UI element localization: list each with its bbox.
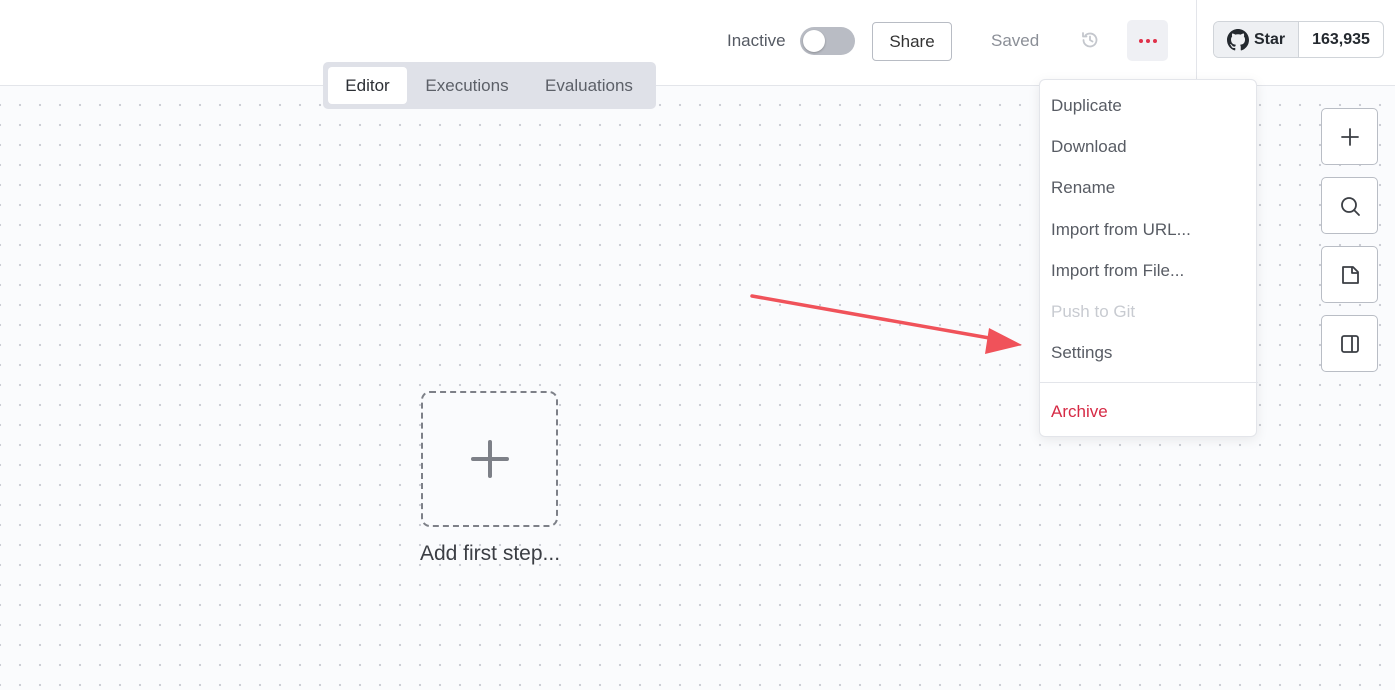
tab-executions[interactable]: Executions [407,67,527,104]
saved-status: Saved [991,31,1040,50]
view-tabs: Editor Executions Evaluations [323,62,656,109]
panel-icon [1339,333,1361,355]
top-header: Inactive Share Saved Star 163,935 [0,0,1395,86]
header-divider [1196,0,1197,86]
github-star-count[interactable]: 163,935 [1299,22,1383,57]
plus-icon [1340,127,1360,147]
github-star-label: Star [1253,30,1286,48]
add-first-step-label: Add first step... [419,542,561,565]
app-window: Inactive Share Saved Star 163,935 Editor… [0,0,1395,690]
search-nodes-button[interactable] [1321,177,1378,234]
workflow-status-label: Inactive [727,31,786,50]
more-options-button[interactable] [1127,20,1168,61]
menu-item-rename[interactable]: Rename [1040,170,1258,206]
share-button[interactable]: Share [872,22,952,61]
menu-item-push-to-git: Push to Git [1051,302,1136,321]
menu-item-duplicate[interactable]: Duplicate [1040,88,1258,124]
tab-editor[interactable]: Editor [328,67,407,104]
add-sticky-note-button[interactable] [1321,246,1378,303]
active-toggle[interactable] [800,27,855,55]
github-icon [1226,28,1249,51]
ellipsis-icon [1137,38,1158,43]
menu-item-download[interactable]: Download [1040,129,1258,165]
toggle-knob [803,30,825,52]
github-star-button[interactable]: Star [1214,22,1299,57]
toggle-panel-button[interactable] [1321,315,1378,372]
add-node-button[interactable] [1321,108,1378,165]
sticky-note-icon [1339,264,1361,286]
menu-divider [1040,382,1258,383]
history-icon[interactable] [1080,30,1100,50]
menu-item-archive[interactable]: Archive [1040,394,1258,430]
search-icon [1339,195,1361,217]
header-actions: Inactive Share Saved Star 163,935 [0,0,1395,86]
menu-item-import-url[interactable]: Import from URL... [1040,212,1258,248]
workflow-options-menu: Duplicate Download Rename Import from UR… [1039,79,1258,437]
menu-item-settings[interactable]: Settings [1040,335,1258,371]
add-first-step-button[interactable] [421,391,558,527]
menu-item-import-file[interactable]: Import from File... [1040,253,1258,289]
tab-evaluations[interactable]: Evaluations [527,67,651,104]
github-star-widget: Star 163,935 [1213,21,1384,58]
plus-icon [470,439,510,479]
